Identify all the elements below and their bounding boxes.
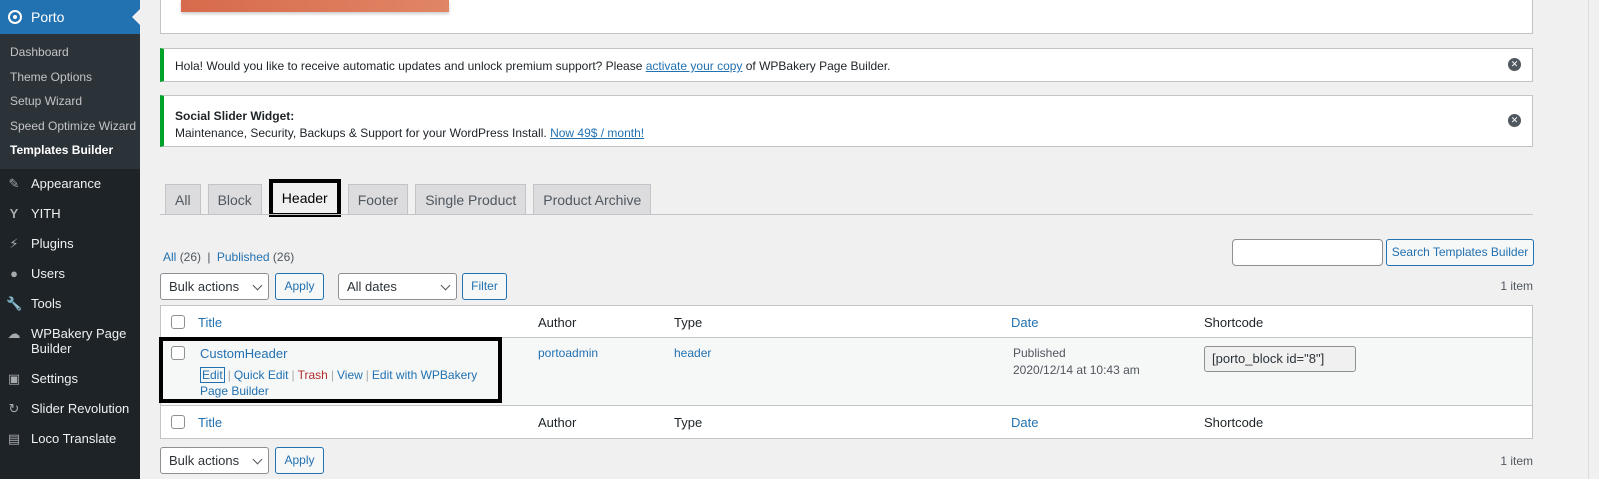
plug-icon: ⚡: [9, 235, 19, 251]
pricing-link[interactable]: Now 49$ / month!: [550, 126, 644, 140]
status-filter-links: All (26) | Published (26): [163, 250, 295, 264]
sidebar-item-slider-revolution[interactable]: ↻ Slider Revolution: [0, 394, 140, 424]
tab-all[interactable]: All: [165, 184, 201, 215]
sidebar-item-settings[interactable]: ▣ Settings: [0, 364, 140, 394]
sidebar-item-porto[interactable]: Porto: [0, 0, 140, 34]
submenu-item-setup-wizard[interactable]: Setup Wizard: [0, 89, 140, 114]
column-type: Type: [674, 315, 703, 330]
chevron-down-icon: [252, 454, 263, 465]
table-footer-row: Title Author Type Date Shortcode: [161, 406, 1532, 438]
update-notice: Hola! Would you like to receive automati…: [160, 48, 1533, 82]
translate-icon: ▤: [7, 430, 21, 446]
sidebar-item-loco-translate[interactable]: ▤ Loco Translate: [0, 424, 140, 454]
notice-title: Social Slider Widget:: [175, 109, 295, 123]
type-link[interactable]: header: [674, 346, 711, 360]
select-all-checkbox[interactable]: [171, 415, 185, 429]
sidebar-item-wpbakery[interactable]: ☁ WPBakery Page Builder: [0, 319, 140, 364]
chevron-down-icon: [252, 280, 263, 291]
apply-button[interactable]: Apply: [275, 273, 324, 300]
submenu-item-dashboard[interactable]: Dashboard: [0, 40, 140, 65]
date-status: Published: [1013, 346, 1066, 360]
submenu-item-templates-builder[interactable]: Templates Builder: [0, 138, 140, 163]
porto-icon: [8, 10, 22, 24]
items-count: 1 item: [1500, 454, 1533, 468]
items-count: 1 item: [1500, 279, 1533, 293]
select-all-checkbox[interactable]: [171, 315, 185, 329]
template-type-tabs: All Block Header Footer Single Product P…: [165, 179, 658, 217]
table-header-row: Title Author Type Date Shortcode: [161, 306, 1532, 338]
preview-image: [181, 0, 449, 12]
refresh-icon: ↻: [8, 400, 20, 416]
date-filter-select[interactable]: All dates: [338, 273, 457, 300]
sidebar-submenu: Dashboard Theme Options Setup Wizard Spe…: [0, 34, 140, 169]
apply-button[interactable]: Apply: [275, 447, 324, 474]
cloud-icon: ☁: [7, 325, 21, 341]
filter-all-link[interactable]: All: [163, 250, 176, 264]
user-icon: ●: [10, 265, 18, 281]
scrollbar[interactable]: [1567, 0, 1599, 479]
admin-sidebar: Porto Dashboard Theme Options Setup Wiza…: [0, 0, 140, 479]
column-title[interactable]: Title: [198, 415, 222, 430]
sidebar-item-appearance[interactable]: ✎ Appearance: [0, 169, 140, 199]
dismiss-icon[interactable]: ✕: [1508, 58, 1521, 71]
paintbrush-icon: ✎: [8, 175, 20, 191]
column-author: Author: [538, 315, 577, 330]
top-panel: [160, 0, 1533, 34]
tab-block[interactable]: Block: [207, 184, 262, 215]
sidebar-item-label: Porto: [31, 9, 65, 25]
shortcode-field[interactable]: [porto_block id="8"]: [1204, 346, 1356, 372]
submenu-item-theme-options[interactable]: Theme Options: [0, 65, 140, 90]
yith-icon: Y: [9, 205, 19, 221]
sidebar-item-tools[interactable]: 🔧 Tools: [0, 289, 140, 319]
chevron-down-icon: [440, 280, 451, 291]
column-type: Type: [674, 415, 703, 430]
column-author: Author: [538, 415, 577, 430]
title-highlight-box: [159, 337, 502, 403]
author-link[interactable]: portoadmin: [538, 346, 598, 360]
column-title[interactable]: Title: [198, 315, 222, 330]
search-templates-button[interactable]: Search Templates Builder: [1386, 239, 1534, 266]
column-shortcode: Shortcode: [1204, 315, 1264, 330]
tab-single-product[interactable]: Single Product: [415, 184, 527, 215]
column-date[interactable]: Date: [1011, 415, 1038, 430]
tab-footer[interactable]: Footer: [347, 184, 409, 215]
column-shortcode: Shortcode: [1204, 415, 1264, 430]
bulk-actions-select[interactable]: Bulk actions: [160, 447, 269, 474]
main-content: Hola! Would you like to receive automati…: [140, 0, 1599, 479]
tabs-divider: [160, 214, 1533, 215]
sidebar-item-yith[interactable]: Y YITH: [0, 199, 140, 229]
submenu-item-speed-optimize-wizard[interactable]: Speed Optimize Wizard: [0, 114, 140, 139]
activate-copy-link[interactable]: activate your copy: [646, 59, 743, 73]
search-input[interactable]: [1232, 239, 1383, 266]
column-date[interactable]: Date: [1011, 315, 1038, 330]
sidebar-item-plugins[interactable]: ⚡ Plugins: [0, 229, 140, 259]
wrench-icon: 🔧: [6, 295, 23, 311]
tab-product-archive[interactable]: Product Archive: [533, 184, 652, 215]
settings-icon: ▣: [7, 370, 21, 386]
date-value: 2020/12/14 at 10:43 am: [1013, 363, 1140, 377]
filter-button[interactable]: Filter: [462, 273, 507, 300]
filter-published-link[interactable]: Published: [217, 250, 270, 264]
dismiss-icon[interactable]: ✕: [1508, 114, 1521, 127]
sidebar-item-users[interactable]: ● Users: [0, 259, 140, 289]
bulk-actions-select[interactable]: Bulk actions: [160, 273, 269, 300]
tab-header[interactable]: Header: [268, 179, 341, 217]
social-slider-notice: Social Slider Widget: Maintenance, Secur…: [160, 95, 1533, 147]
